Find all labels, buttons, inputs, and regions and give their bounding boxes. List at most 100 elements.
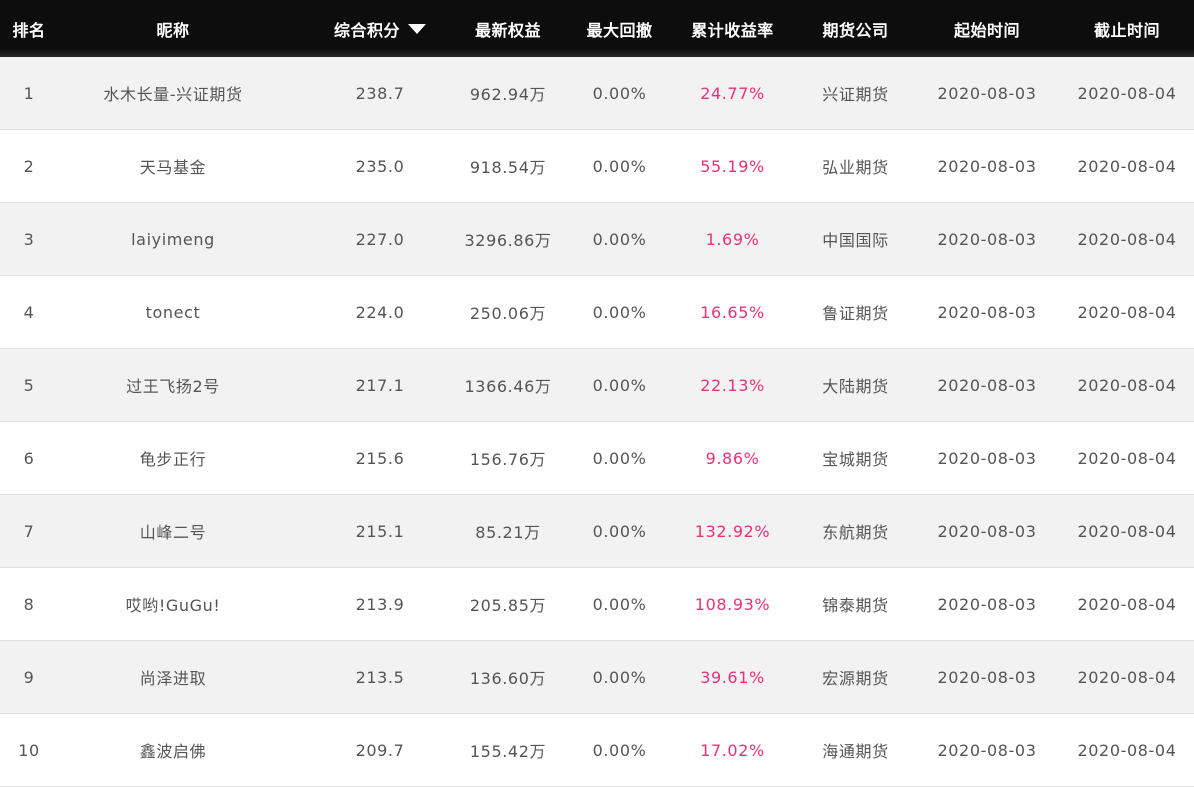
rank-cell: 10: [18, 740, 40, 760]
score-cell: 215.1: [355, 521, 405, 541]
score-cell: 227.0: [355, 229, 405, 249]
equity-cell: 205.85万: [469, 596, 547, 615]
header-end-time[interactable]: 截止时间: [1057, 0, 1194, 57]
nickname-cell[interactable]: 天马基金: [58, 130, 288, 202]
equity-cell: 1366.46万: [464, 377, 552, 396]
start-time-cell: 2020-08-03: [937, 302, 1037, 322]
ranking-table: 排名 昵称 综合积分 最新权益 最大回撤 累计收益率 期货公司 起始时间 截止时…: [0, 0, 1194, 787]
table-row[interactable]: 5 过王飞扬2号 217.1 1366.46万 0.00% 22.13% 大陆期…: [0, 349, 1194, 422]
table-row[interactable]: 9 尚泽进取 213.5 136.60万 0.00% 39.61% 宏源期货 2…: [0, 641, 1194, 714]
nickname-cell[interactable]: laiyimeng: [58, 203, 288, 275]
return-cell: 9.86%: [705, 448, 760, 468]
table-row[interactable]: 7 山峰二号 215.1 85.21万 0.00% 132.92% 东航期货 2…: [0, 495, 1194, 568]
drawdown-cell: 0.00%: [592, 667, 647, 687]
drawdown-cell: 0.00%: [592, 156, 647, 176]
table-row[interactable]: 10 鑫波启佛 209.7 155.42万 0.00% 17.02% 海通期货 …: [0, 714, 1194, 787]
company-cell: 锦泰期货: [822, 596, 889, 615]
rank-cell: 3: [23, 229, 35, 249]
score-cell: 235.0: [355, 156, 405, 176]
score-cell: 209.7: [355, 740, 405, 760]
table-row[interactable]: 3 laiyimeng 227.0 3296.86万 0.00% 1.69% 中…: [0, 203, 1194, 276]
company-cell: 弘业期货: [822, 158, 889, 177]
rank-cell: 2: [23, 156, 35, 176]
rank-cell: 8: [23, 594, 35, 614]
end-time-cell: 2020-08-04: [1077, 448, 1177, 468]
equity-cell: 3296.86万: [464, 231, 552, 250]
header-equity[interactable]: 最新权益: [448, 0, 568, 57]
table-row[interactable]: 8 哎哟!GuGu! 213.9 205.85万 0.00% 108.93% 锦…: [0, 568, 1194, 641]
header-score-label: 综合积分: [333, 20, 400, 40]
company-cell: 宏源期货: [822, 669, 889, 688]
end-time-cell: 2020-08-04: [1077, 521, 1177, 541]
end-time-cell: 2020-08-04: [1077, 594, 1177, 614]
drawdown-cell: 0.00%: [592, 740, 647, 760]
start-time-cell: 2020-08-03: [937, 375, 1037, 395]
equity-cell: 155.42万: [469, 742, 547, 761]
header-score-sort[interactable]: 综合积分: [320, 0, 440, 57]
header-rank[interactable]: 排名: [0, 0, 58, 57]
header-drawdown[interactable]: 最大回撤: [568, 0, 671, 57]
header-company[interactable]: 期货公司: [794, 0, 917, 57]
rank-cell: 5: [23, 375, 35, 395]
end-time-cell: 2020-08-04: [1077, 83, 1177, 103]
return-cell: 22.13%: [700, 375, 765, 395]
drawdown-cell: 0.00%: [592, 521, 647, 541]
score-cell: 224.0: [355, 302, 405, 322]
table-header: 排名 昵称 综合积分 最新权益 最大回撤 累计收益率 期货公司 起始时间 截止时…: [0, 0, 1194, 57]
start-time-cell: 2020-08-03: [937, 521, 1037, 541]
end-time-cell: 2020-08-04: [1077, 156, 1177, 176]
return-cell: 39.61%: [700, 667, 765, 687]
header-return[interactable]: 累计收益率: [671, 0, 794, 57]
score-cell: 213.5: [355, 667, 405, 687]
equity-cell: 156.76万: [469, 450, 547, 469]
nickname-cell[interactable]: 水木长量-兴证期货: [58, 57, 288, 129]
equity-cell: 136.60万: [469, 669, 547, 688]
company-cell: 宝城期货: [822, 450, 889, 469]
nickname-cell[interactable]: 哎哟!GuGu!: [58, 568, 288, 640]
score-cell: 213.9: [355, 594, 405, 614]
table-row[interactable]: 4 tonect 224.0 250.06万 0.00% 16.65% 鲁证期货…: [0, 276, 1194, 349]
company-cell: 东航期货: [822, 523, 889, 542]
company-cell: 大陆期货: [822, 377, 889, 396]
start-time-cell: 2020-08-03: [937, 229, 1037, 249]
header-start-time[interactable]: 起始时间: [917, 0, 1057, 57]
start-time-cell: 2020-08-03: [937, 740, 1037, 760]
start-time-cell: 2020-08-03: [937, 156, 1037, 176]
end-time-cell: 2020-08-04: [1077, 667, 1177, 687]
nickname-cell[interactable]: 龟步正行: [58, 422, 288, 494]
equity-cell: 250.06万: [469, 304, 547, 323]
nickname-cell[interactable]: 尚泽进取: [58, 641, 288, 713]
nickname-cell[interactable]: 过王飞扬2号: [58, 349, 288, 421]
table-row[interactable]: 1 水木长量-兴证期货 238.7 962.94万 0.00% 24.77% 兴…: [0, 57, 1194, 130]
rank-cell: 6: [23, 448, 35, 468]
table-row[interactable]: 6 龟步正行 215.6 156.76万 0.00% 9.86% 宝城期货 20…: [0, 422, 1194, 495]
return-cell: 132.92%: [694, 521, 771, 541]
return-cell: 55.19%: [700, 156, 765, 176]
table-row[interactable]: 2 天马基金 235.0 918.54万 0.00% 55.19% 弘业期货 2…: [0, 130, 1194, 203]
nickname-cell[interactable]: 鑫波启佛: [58, 714, 288, 786]
return-cell: 1.69%: [705, 229, 760, 249]
end-time-cell: 2020-08-04: [1077, 229, 1177, 249]
return-cell: 108.93%: [694, 594, 771, 614]
return-cell: 16.65%: [700, 302, 765, 322]
start-time-cell: 2020-08-03: [937, 83, 1037, 103]
rank-cell: 7: [23, 521, 35, 541]
drawdown-cell: 0.00%: [592, 375, 647, 395]
drawdown-cell: 0.00%: [592, 448, 647, 468]
nickname-cell[interactable]: tonect: [58, 276, 288, 348]
drawdown-cell: 0.00%: [592, 302, 647, 322]
start-time-cell: 2020-08-03: [937, 594, 1037, 614]
company-cell: 中国国际: [822, 231, 889, 250]
rank-cell: 9: [23, 667, 35, 687]
company-cell: 海通期货: [822, 742, 889, 761]
equity-cell: 85.21万: [475, 523, 541, 542]
return-cell: 17.02%: [700, 740, 765, 760]
company-cell: 兴证期货: [822, 85, 889, 104]
nickname-cell[interactable]: 山峰二号: [58, 495, 288, 567]
rank-cell: 1: [23, 83, 35, 103]
header-nickname[interactable]: 昵称: [58, 0, 288, 57]
start-time-cell: 2020-08-03: [937, 667, 1037, 687]
company-cell: 鲁证期货: [822, 304, 889, 323]
return-cell: 24.77%: [700, 83, 765, 103]
equity-cell: 918.54万: [469, 158, 547, 177]
